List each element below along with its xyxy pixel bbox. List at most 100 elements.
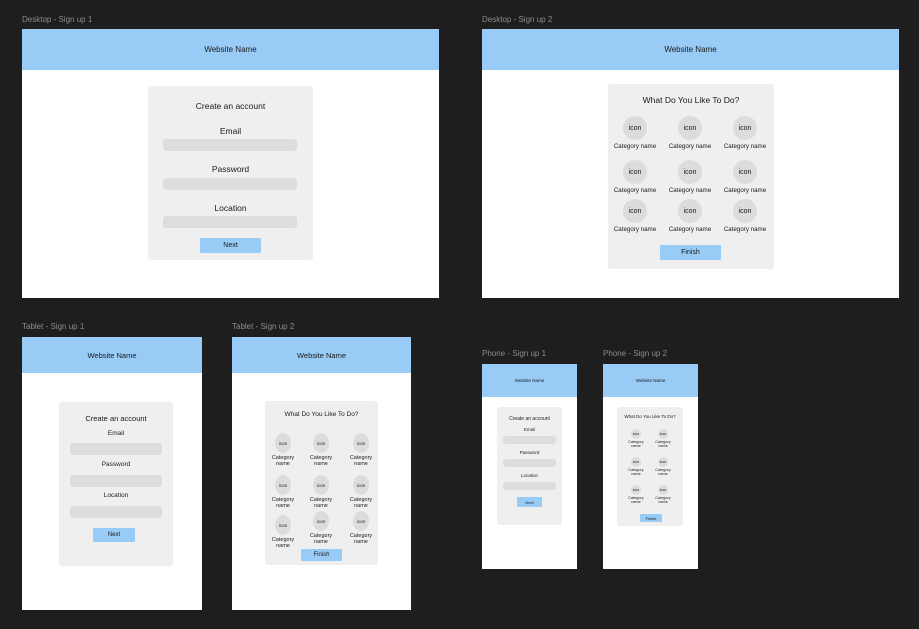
category-icon[interactable]: icon: [623, 199, 647, 223]
category-item[interactable]: icon Category name: [304, 433, 338, 468]
password-field[interactable]: [70, 475, 162, 487]
category-item[interactable]: icon Category name: [624, 457, 648, 477]
site-header: Website Name: [603, 364, 698, 397]
category-item[interactable]: icon Category name: [717, 160, 773, 194]
category-icon[interactable]: icon: [353, 475, 369, 495]
frame-label-tablet-signup-1: Tablet - Sign up 1: [22, 322, 85, 331]
frame-desktop-signup-1: Website Name Create an account Email Pas…: [22, 29, 439, 298]
password-field[interactable]: [503, 459, 556, 467]
category-icon[interactable]: icon: [275, 433, 291, 453]
icon-placeholder-text: icon: [632, 488, 640, 492]
category-item[interactable]: icon Category name: [662, 160, 718, 194]
icon-placeholder-text: icon: [738, 168, 752, 176]
next-button-label: Next: [107, 532, 121, 538]
category-item[interactable]: icon Category name: [651, 429, 675, 449]
form-title: Create an account: [85, 414, 147, 423]
category-item[interactable]: icon Category name: [717, 116, 773, 150]
category-item[interactable]: icon Category name: [344, 433, 378, 468]
category-icon[interactable]: icon: [658, 485, 668, 495]
category-item[interactable]: icon Category name: [624, 429, 648, 449]
category-name: Category name: [668, 143, 712, 150]
category-card: What Do You Like To Do? Finish icon Categ…: [265, 401, 378, 565]
icon-placeholder-text: icon: [659, 432, 667, 436]
category-item[interactable]: icon Category name: [266, 515, 300, 550]
finish-button[interactable]: Finish: [660, 245, 721, 260]
category-name: Category name: [613, 187, 657, 194]
icon-placeholder-text: icon: [628, 124, 642, 132]
category-name: Category name: [628, 496, 644, 505]
category-item[interactable]: icon Category name: [651, 485, 675, 505]
password-label: Password: [211, 164, 250, 174]
email-label: Email: [107, 430, 125, 437]
category-item[interactable]: icon Category name: [717, 199, 773, 233]
category-item[interactable]: icon Category name: [662, 199, 718, 233]
finish-button[interactable]: Finish: [301, 549, 342, 561]
location-field[interactable]: [163, 216, 297, 228]
icon-placeholder-text: icon: [632, 460, 640, 464]
category-icon[interactable]: icon: [678, 116, 702, 140]
category-icon[interactable]: icon: [631, 485, 641, 495]
location-field[interactable]: [70, 506, 162, 518]
form-title: Create an account: [509, 416, 550, 422]
category-item[interactable]: icon Category name: [651, 457, 675, 477]
category-item[interactable]: icon Category name: [304, 511, 338, 546]
category-item[interactable]: icon Category name: [607, 199, 663, 233]
category-item[interactable]: icon Category name: [607, 160, 663, 194]
category-name: Category name: [723, 226, 767, 233]
category-name: Category name: [723, 187, 767, 194]
site-header: Website Name: [22, 29, 439, 70]
category-icon[interactable]: icon: [353, 511, 369, 531]
category-icon[interactable]: icon: [733, 160, 757, 184]
location-field[interactable]: [503, 482, 556, 490]
frame-phone-signup-2: Website Name What Do You Like To Do? Fin…: [603, 364, 698, 569]
next-button[interactable]: Next: [93, 528, 135, 542]
category-icon[interactable]: icon: [353, 433, 369, 453]
icon-placeholder-text: icon: [356, 440, 366, 446]
category-icon[interactable]: icon: [313, 475, 329, 495]
signup-form-card: Create an account Email Password Locatio…: [59, 402, 173, 566]
category-item[interactable]: icon Category name: [266, 433, 300, 468]
icon-placeholder-text: icon: [628, 168, 642, 176]
category-icon[interactable]: icon: [313, 433, 329, 453]
icon-placeholder-text: icon: [738, 124, 752, 132]
category-item[interactable]: icon Category name: [344, 511, 378, 546]
category-item[interactable]: icon Category name: [607, 116, 663, 150]
next-button[interactable]: Next: [200, 238, 261, 253]
icon-placeholder-text: icon: [278, 482, 288, 488]
category-icon[interactable]: icon: [275, 475, 291, 495]
category-item[interactable]: icon Category name: [266, 475, 300, 510]
category-icon[interactable]: icon: [733, 116, 757, 140]
location-label: Location: [214, 203, 247, 213]
email-field[interactable]: [503, 436, 556, 444]
category-item[interactable]: icon Category name: [304, 475, 338, 510]
category-icon[interactable]: icon: [623, 160, 647, 184]
category-icon[interactable]: icon: [658, 457, 668, 467]
category-icon[interactable]: icon: [623, 116, 647, 140]
category-icon[interactable]: icon: [313, 511, 329, 531]
category-item[interactable]: icon Category name: [662, 116, 718, 150]
next-button[interactable]: Next: [517, 497, 542, 507]
finish-button-label: Finish: [681, 249, 700, 256]
category-icon[interactable]: icon: [733, 199, 757, 223]
category-item[interactable]: icon Category name: [344, 475, 378, 510]
finish-button[interactable]: Finish: [640, 514, 662, 522]
email-field[interactable]: [163, 139, 297, 151]
category-icon[interactable]: icon: [631, 457, 641, 467]
category-icon[interactable]: icon: [658, 429, 668, 439]
category-name: Category name: [655, 440, 671, 449]
card-title: What Do You Like To Do?: [284, 411, 359, 418]
password-label: Password: [519, 450, 540, 455]
icon-placeholder-text: icon: [683, 207, 697, 215]
category-item[interactable]: icon Category name: [624, 485, 648, 505]
site-name: Website Name: [514, 378, 545, 383]
password-field[interactable]: [163, 178, 297, 190]
category-icon[interactable]: icon: [678, 199, 702, 223]
category-name: Category name: [271, 497, 295, 510]
category-icon[interactable]: icon: [275, 515, 291, 535]
category-icon[interactable]: icon: [631, 429, 641, 439]
category-icon[interactable]: icon: [678, 160, 702, 184]
icon-placeholder-text: icon: [278, 440, 288, 446]
frame-label-desktop-signup-1: Desktop - Sign up 1: [22, 15, 93, 24]
email-field[interactable]: [70, 443, 162, 455]
icon-placeholder-text: icon: [659, 488, 667, 492]
